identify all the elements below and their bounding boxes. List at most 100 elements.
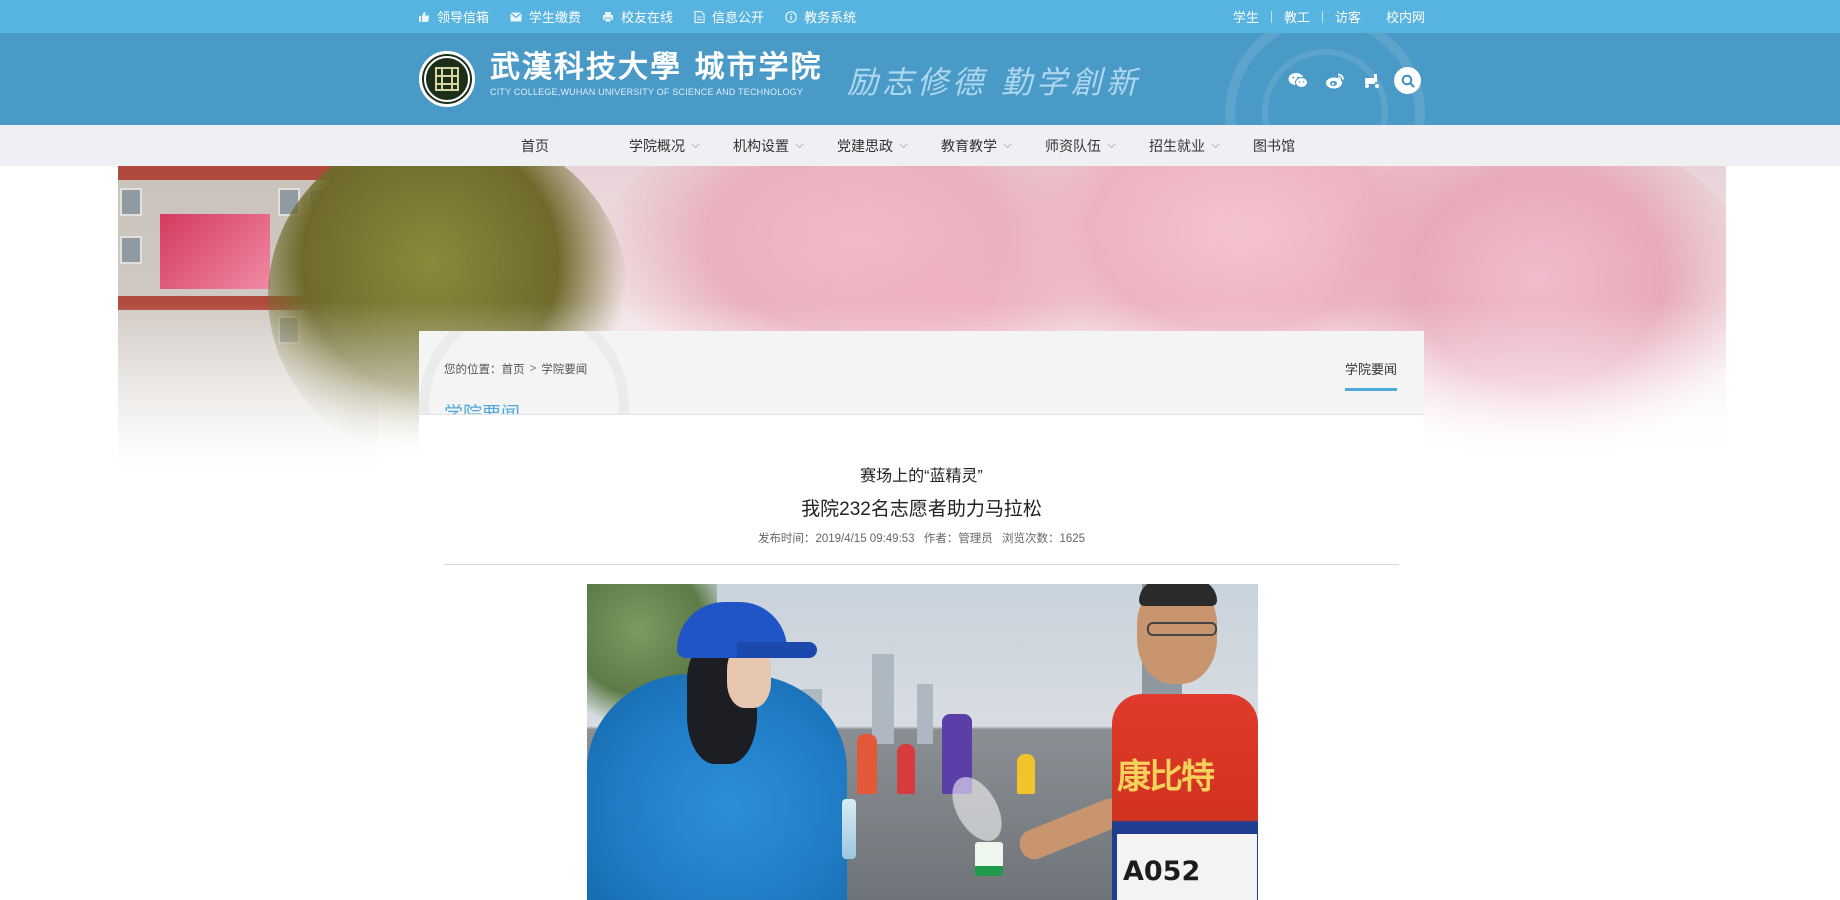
nav-item-label: 图书馆 [1253,137,1295,154]
audience-link-staff[interactable]: 教工 [1284,7,1310,26]
meta-views-label: 浏览次数： [1001,533,1060,545]
panel-header: 您的位置： 首页 > 学院要闻 学院要闻 学院要闻 [419,331,1424,415]
quick-link-label: 领导信箱 [437,10,490,25]
nav-item-home[interactable]: 首页 [521,125,629,166]
top-utility-bar: 领导信箱 学生缴费 校友在线 信息公开 教务系统 学生 教工 访客 校内网 [0,0,1840,33]
meta-author-label: 作者： [923,533,959,545]
nav-item-label: 学院概况 [629,137,685,154]
divider [1270,10,1272,23]
thumbs-up-icon [419,11,430,22]
meta-published-value: 2019/4/15 09:49:53 [815,533,915,545]
meta-published: 发布时间：2019/4/15 09:49:53 [758,533,915,545]
meta-published-label: 发布时间： [757,533,816,545]
content-panel: 您的位置： 首页 > 学院要闻 学院要闻 学院要闻 赛场上的“蓝精灵” 我院23… [419,331,1424,900]
document-icon [694,10,705,23]
banner-poster [160,214,270,289]
printer-icon [603,11,614,22]
quick-link-label: 学生缴费 [529,10,582,25]
article-photo: 康比特 A052 [587,584,1258,900]
meta-author-value: 管理员 [958,533,993,545]
nav-item-departments[interactable]: 机构设置 [733,125,837,166]
scooter-icon [1365,74,1379,88]
nav-item-label: 党建思政 [837,137,893,154]
nav-item-label: 招生就业 [1149,137,1205,154]
audience-links: 学生 教工 访客 校内网 [1233,0,1425,33]
scooter-link[interactable] [1360,69,1384,93]
quick-link-info-disclosure[interactable]: 信息公开 [694,7,764,26]
wechat-link[interactable] [1286,69,1310,93]
weibo-link[interactable] [1323,69,1347,93]
meta-author: 作者：管理员 [924,533,993,545]
photo-runner-glasses [1147,622,1217,636]
quick-link-leader-mailbox[interactable]: 领导信箱 [418,7,489,26]
nav-item-about[interactable]: 学院概况 [629,125,733,166]
chevron-down-icon [795,143,804,149]
audience-link-intranet[interactable]: 校内网 [1386,7,1425,26]
quick-link-academic-system[interactable]: 教务系统 [785,7,856,26]
photo-building [872,654,894,744]
site-header: 武漢科技大學 城市学院 CITY COLLEGE,WUHAN UNIVERSIT… [0,33,1840,125]
photo-bib-text: A052 [1123,856,1201,887]
chevron-down-icon [1107,143,1116,149]
nav-items: 首页 学院概况 机构设置 党建思政 教育教学 师资队伍 招生就业 图书馆 [521,125,1323,166]
divider [1321,10,1323,23]
quick-link-label: 校友在线 [621,10,674,25]
photo-main-runner: 康比特 A052 [1015,584,1258,900]
chevron-down-icon [1003,143,1012,149]
wechat-icon [1288,73,1308,88]
chevron-down-icon [899,143,908,149]
seal-building-icon [435,67,459,91]
article-subtitle: 赛场上的“蓝精灵” [860,468,983,485]
audience-link-students[interactable]: 学生 [1233,7,1259,26]
photo-volunteer-cap-brim [737,642,817,658]
nav-item-label: 师资队伍 [1045,137,1101,154]
photo-vest-text: 康比特 [1117,757,1215,797]
photo-runner-hair [1139,584,1217,606]
envelope-icon [510,11,522,21]
section-title-underline [533,414,613,415]
article-meta: 发布时间：2019/4/15 09:49:53 作者：管理员 浏览次数：1625 [419,530,1424,546]
breadcrumb-home-link[interactable]: 首页 [502,361,525,377]
nav-item-library[interactable]: 图书馆 [1253,125,1323,166]
search-button[interactable] [1394,67,1421,94]
section-title: 学院要闻 [444,404,521,415]
audience-link-visitors[interactable]: 访客 [1335,7,1361,26]
quick-link-student-payment[interactable]: 学生缴费 [510,7,581,26]
meta-views-value: 1625 [1059,533,1086,545]
breadcrumb-prefix: 您的位置： [444,364,502,376]
photo-runner [1017,754,1035,794]
article-title: 我院232名志愿者助力马拉松 [801,499,1042,520]
quick-link-alumni-online[interactable]: 校友在线 [602,7,673,26]
breadcrumb-current[interactable]: 学院要闻 [541,361,587,377]
photo-cup [975,842,1003,876]
quick-link-label: 教务系统 [804,10,857,25]
photo-water-bottle [842,799,856,859]
social-links [1286,67,1421,94]
quick-link-label: 信息公开 [712,10,765,25]
school-name-en: CITY COLLEGE,WUHAN UNIVERSITY OF SCIENCE… [490,87,804,97]
seal-emblem [424,56,470,102]
breadcrumb: 您的位置： 首页 > 学院要闻 [444,361,587,377]
school-seal-logo[interactable] [419,51,475,107]
meta-views: 浏览次数：1625 [1002,533,1085,545]
chevron-down-icon [1211,143,1220,149]
photo-building [917,684,933,744]
school-motto: 励志修德 勤学創新 [847,65,1141,101]
quick-links: 领导信箱 学生缴费 校友在线 信息公开 教务系统 [418,0,877,33]
main-nav: 首页 学院概况 机构设置 党建思政 教育教学 师资队伍 招生就业 图书馆 [0,125,1840,166]
nav-item-faculty[interactable]: 师资队伍 [1045,125,1149,166]
school-brand[interactable]: 武漢科技大學 城市学院 CITY COLLEGE,WUHAN UNIVERSIT… [490,51,822,98]
nav-item-label: 教育教学 [941,137,997,154]
info-circle-icon [785,10,797,23]
nav-item-education[interactable]: 教育教学 [941,125,1045,166]
article-divider [444,564,1399,565]
breadcrumb-separator: > [529,363,537,375]
photo-runner [857,734,877,794]
nav-item-admissions[interactable]: 招生就业 [1149,125,1253,166]
photo-runner [897,744,915,794]
tab-college-news[interactable]: 学院要闻 [1345,359,1398,391]
weibo-icon [1326,73,1344,89]
nav-item-party-building[interactable]: 党建思政 [837,125,941,166]
nav-item-label: 首页 [521,137,549,154]
chevron-down-icon [691,143,700,149]
